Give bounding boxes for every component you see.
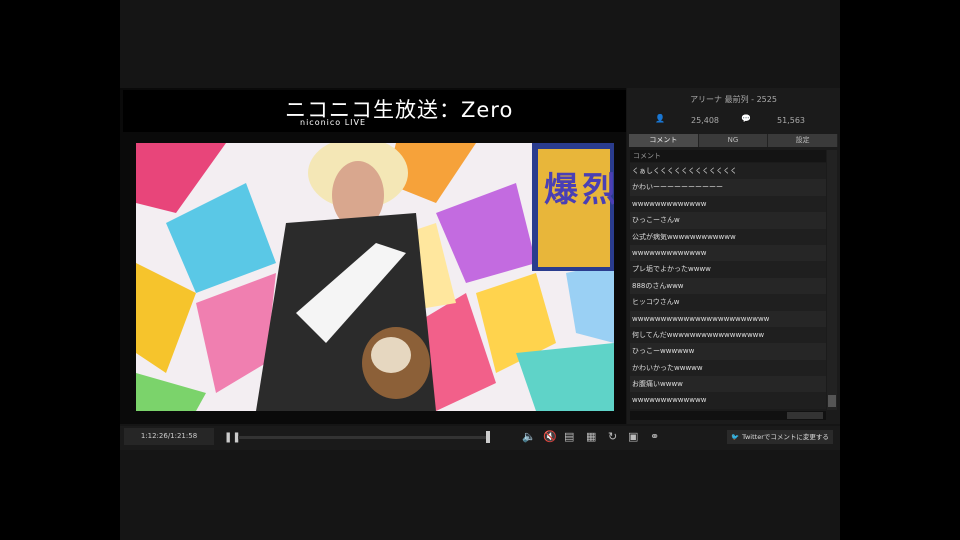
- comment-toggle-icon[interactable]: ▤: [564, 430, 574, 443]
- comment-list[interactable]: くぁしくくくくくくくくくくくく かわいーーーーーーーーーー wwwwwwwwww…: [630, 163, 826, 409]
- viewer-icon: 👤: [655, 114, 665, 123]
- twitter-label: Twitterでコメントに変更する: [742, 433, 829, 441]
- volume-icon[interactable]: 🔈: [522, 430, 536, 443]
- comment-icon: 💬: [741, 114, 751, 123]
- comment-count: 51,563: [777, 116, 805, 125]
- screenshot-icon[interactable]: ▣: [628, 430, 638, 443]
- screen-size-icon[interactable]: ▦: [586, 430, 596, 443]
- comment-scroll-thumb[interactable]: [828, 395, 836, 407]
- room-stats: 👤 25,408 💬 51,563: [655, 112, 835, 128]
- tab-ng[interactable]: NG: [698, 134, 769, 147]
- comment-scrollbar[interactable]: [827, 150, 837, 410]
- comment-row[interactable]: ひっこーさんw: [630, 212, 826, 229]
- playback-time: 1:12:26/1:21:58: [124, 428, 214, 445]
- comment-row[interactable]: ヒッコウさんw: [630, 294, 826, 311]
- horizontal-scroll-thumb[interactable]: [787, 412, 823, 419]
- video-frame[interactable]: 爆 烈: [136, 143, 614, 411]
- comment-row[interactable]: 何してんだwwwwwwwwwwwwwwwww: [630, 326, 826, 344]
- seek-handle[interactable]: [486, 431, 490, 443]
- comment-row[interactable]: wwwwwwwwwwwwwwwwwwwwwwww: [630, 310, 826, 327]
- video-image: 爆 烈: [136, 143, 614, 411]
- viewer-count: 25,408: [691, 116, 719, 125]
- comment-row[interactable]: お腹痛いwwww: [630, 376, 826, 393]
- comment-row[interactable]: 888のさんwww: [630, 277, 826, 295]
- twitter-button[interactable]: 🐦 Twitterでコメントに変更する: [727, 430, 833, 444]
- reload-icon[interactable]: ↻: [608, 430, 617, 443]
- svg-text:烈: 烈: [582, 170, 614, 210]
- seek-bar[interactable]: [238, 436, 486, 439]
- comment-row[interactable]: wwwwwwwwwwwww: [630, 195, 826, 213]
- comment-row[interactable]: かわいかったwwwww: [630, 359, 826, 377]
- comment-column-header: コメント: [630, 150, 826, 162]
- comment-row[interactable]: wwwwwwwwwwwww: [630, 244, 826, 262]
- comment-row[interactable]: wwwwwwwwwwwww: [630, 392, 826, 409]
- mute-icon[interactable]: 🔇: [543, 430, 557, 443]
- comment-row[interactable]: プレ垢でよかったwwww: [630, 261, 826, 278]
- share-icon[interactable]: ⚭: [650, 430, 659, 443]
- room-title: アリーナ 最前列 - 2525: [690, 95, 777, 104]
- tab-settings[interactable]: 設定: [768, 134, 839, 147]
- comment-row[interactable]: ひっこーwwwwww: [630, 343, 826, 360]
- twitter-icon: 🐦: [731, 433, 740, 441]
- comment-row[interactable]: くぁしくくくくくくくくくくくく: [630, 163, 826, 180]
- channel-logo-sub: niconico LIVE: [300, 118, 367, 127]
- panel-tabs: コメント NG 設定: [629, 134, 839, 147]
- tab-comments[interactable]: コメント: [629, 134, 699, 147]
- svg-text:爆: 爆: [544, 170, 579, 210]
- comment-row[interactable]: 公式が病気wwwwwwwwwwww: [630, 228, 826, 245]
- comment-row[interactable]: かわいーーーーーーーーーー: [630, 179, 826, 196]
